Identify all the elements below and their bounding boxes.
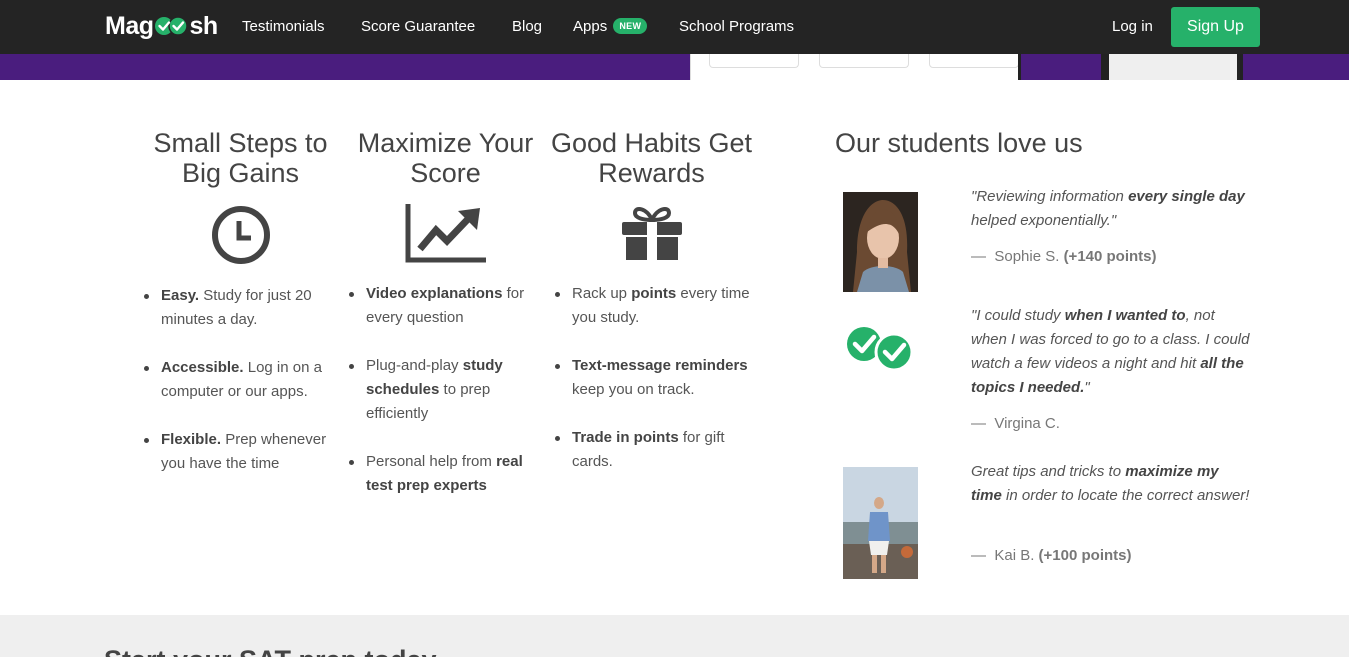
feature-list: Easy. Study for just 20 minutes a day. A… — [133, 284, 348, 476]
feature-title: Small Steps to Big Gains — [153, 128, 328, 188]
nav-link-apps-label: Apps — [573, 18, 608, 35]
login-link[interactable]: Log in — [1112, 18, 1153, 35]
author-name: Sophie S. — [994, 248, 1060, 265]
list-item: Text-message reminders keep you on track… — [544, 354, 759, 402]
list-item: Trade in points for gift cards. — [544, 426, 759, 474]
author-name: Virgina C. — [994, 415, 1060, 432]
testimonials-heading: Our students love us — [835, 128, 1083, 158]
quote-text: "Reviewing information — [971, 188, 1129, 205]
chart-trend-up-icon — [405, 204, 486, 263]
double-check-icon — [847, 327, 914, 372]
logo-text-end: sh — [189, 12, 219, 40]
quote-text: helped exponentially." — [971, 212, 1117, 229]
top-navigation: Mag sh Testimonials Score Guarantee Blog … — [0, 0, 1349, 54]
quote-bold: when I wanted to — [1064, 307, 1186, 324]
list-item-bold: Accessible. — [161, 359, 244, 376]
list-item-bold: Flexible. — [161, 431, 222, 448]
feature-column-maximize-score: Maximize Your Score Video explanations f… — [338, 128, 553, 522]
list-item-bold: points — [631, 285, 677, 302]
list-item-text: Plug-and-play — [366, 357, 463, 374]
list-item: Video explanations for every question — [338, 282, 553, 330]
phone-screen-purple — [1021, 54, 1101, 80]
list-item-text: Rack up — [572, 285, 632, 302]
list-item-bold: Easy. — [161, 287, 200, 304]
quote-text: "I could study — [971, 307, 1065, 324]
quote-bold: every single day — [1128, 188, 1245, 205]
list-item: Plug-and-play study schedules to prep ef… — [338, 354, 553, 426]
nav-link-testimonials[interactable]: Testimonials — [242, 18, 325, 35]
quote-text: Great tips and tricks to — [971, 463, 1126, 480]
nav-link-blog[interactable]: Blog — [512, 18, 542, 35]
feature-column-small-steps: Small Steps to Big Gains Easy. Study for… — [133, 128, 348, 500]
testimonial-quote: Great tips and tricks to maximize my tim… — [971, 460, 1251, 508]
feature-list: Video explanations for every question Pl… — [338, 282, 553, 498]
list-item-bold: Trade in points — [572, 429, 679, 446]
list-item-text: Personal help from — [366, 453, 497, 470]
device-card — [819, 54, 909, 68]
list-item-bold: Text-message reminders — [572, 357, 748, 374]
logo-text-start: Mag — [105, 12, 154, 40]
author-name: Kai B. — [994, 547, 1035, 564]
feature-title: Maximize Your Score — [357, 128, 534, 188]
phone-screen — [1109, 54, 1237, 80]
author-dash: — — [971, 248, 986, 265]
feature-title: Good Habits Get Rewards — [550, 128, 753, 188]
author-points: (+140 points) — [1063, 248, 1157, 265]
nav-link-apps[interactable]: Apps NEW — [573, 18, 648, 35]
quote-text: in order to locate the correct answer! — [1001, 487, 1250, 504]
author-dash: — — [971, 415, 986, 432]
testimonial-quote: "Reviewing information every single day … — [971, 185, 1251, 233]
list-item: Flexible. Prep whenever you have the tim… — [133, 428, 348, 476]
device-card — [929, 54, 1019, 68]
cta-heading: Start your SAT prep today — [104, 645, 437, 657]
double-check-icon — [154, 15, 190, 37]
testimonial-author: — Virgina C. — [971, 415, 1060, 432]
feature-list: Rack up points every time you study. Tex… — [544, 282, 759, 474]
student-photo-sophie-image — [843, 192, 918, 292]
device-card — [709, 54, 799, 68]
testimonial-quote: "I could study when I wanted to, not whe… — [971, 304, 1251, 400]
list-item: Accessible. Log in on a computer or our … — [133, 356, 348, 404]
new-badge: NEW — [613, 18, 648, 34]
list-item-bold: Video explanations — [366, 285, 503, 302]
list-item-text: keep you on track. — [572, 381, 695, 398]
list-item: Easy. Study for just 20 minutes a day. — [133, 284, 348, 332]
magoosh-logo[interactable]: Mag sh — [105, 12, 218, 41]
author-dash: — — [971, 547, 986, 564]
feature-column-good-habits: Good Habits Get Rewards Rack up points e… — [544, 128, 759, 498]
list-item: Rack up points every time you study. — [544, 282, 759, 330]
nav-link-score-guarantee[interactable]: Score Guarantee — [361, 18, 475, 35]
testimonial-author: — Sophie S. (+140 points) — [971, 248, 1157, 265]
clock-icon — [211, 206, 270, 264]
cta-section: Start your SAT prep today — [0, 615, 1349, 657]
quote-text: " — [1084, 379, 1090, 396]
author-points: (+100 points) — [1038, 547, 1132, 564]
testimonial-author: — Kai B. (+100 points) — [971, 547, 1131, 564]
student-photo-sophie — [843, 192, 918, 292]
student-photo-kai-image — [843, 467, 918, 579]
magoosh-checks-logo — [845, 322, 920, 374]
student-photo-kai — [843, 467, 918, 579]
nav-link-school-programs[interactable]: School Programs — [679, 18, 794, 35]
list-item: Personal help from real test prep expert… — [338, 450, 553, 498]
gift-icon — [621, 206, 682, 260]
sign-up-button[interactable]: Sign Up — [1171, 7, 1260, 47]
